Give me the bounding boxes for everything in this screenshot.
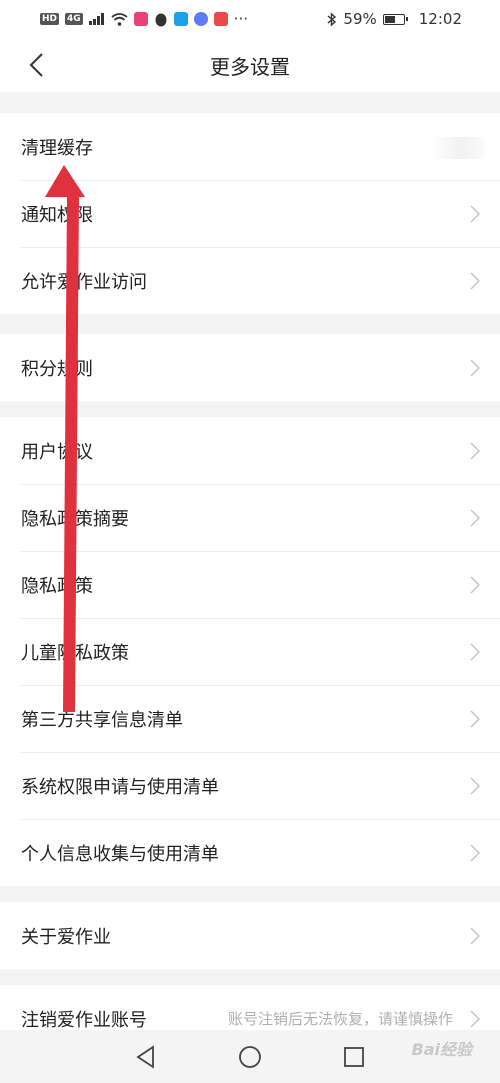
app-notification-pink-icon	[133, 12, 148, 26]
user-agreement-row[interactable]: 用户协议	[0, 417, 500, 484]
settings-group-about: 关于爱作业	[0, 902, 500, 969]
about-row[interactable]: 关于爱作业	[0, 902, 500, 969]
points-rules-row[interactable]: 积分规则	[0, 334, 500, 401]
chevron-right-icon	[470, 776, 480, 795]
wifi-icon	[111, 12, 128, 26]
row-label: 用户协议	[21, 441, 93, 463]
app-notification-red-icon	[213, 12, 228, 26]
notification-permission-row[interactable]: 通知权限	[0, 180, 500, 247]
third-party-sharing-row[interactable]: 第三方共享信息清单	[0, 685, 500, 752]
clock-time: 12:02	[418, 10, 462, 28]
more-notifications-indicator: ···	[233, 10, 248, 28]
hd-indicator: HD	[40, 13, 60, 25]
back-arrow-icon[interactable]	[24, 51, 52, 79]
chevron-right-icon	[470, 358, 480, 377]
settings-group-points: 积分规则	[0, 334, 500, 401]
delete-account-warning: 账号注销后无法恢复，请谨慎操作	[227, 1010, 453, 1028]
chevron-right-icon	[470, 508, 480, 527]
signal-icon	[88, 13, 104, 25]
privacy-policy-row[interactable]: 隐私政策	[0, 551, 500, 618]
row-label: 关于爱作业	[21, 926, 111, 948]
row-label: 注销爱作业账号	[21, 1009, 147, 1031]
chevron-right-icon	[470, 575, 480, 594]
clear-cache-row[interactable]: 清理缓存	[0, 113, 500, 180]
privacy-summary-row[interactable]: 隐私政策摘要	[0, 484, 500, 551]
network-4g-indicator: 4G	[65, 13, 83, 25]
status-right: 59% 12:02	[327, 10, 462, 28]
baidu-jingyan-watermark: Bai经验	[411, 1040, 472, 1059]
chevron-right-icon	[470, 926, 480, 945]
row-label: 第三方共享信息清单	[21, 709, 183, 731]
battery-percent: 59%	[343, 10, 377, 28]
app-notification-blue-icon	[173, 12, 188, 26]
personal-info-collection-row[interactable]: 个人信息收集与使用清单	[0, 819, 500, 886]
row-label: 通知权限	[21, 204, 93, 226]
music-app-icon	[193, 12, 208, 26]
bluetooth-icon	[327, 11, 337, 27]
row-label: 允许爱作业访问	[21, 271, 147, 293]
status-bar: HD 4G ··· 59% 12:02	[0, 0, 500, 38]
row-label: 儿童隐私政策	[21, 642, 129, 664]
allow-access-row[interactable]: 允许爱作业访问	[0, 247, 500, 314]
battery-icon	[382, 13, 408, 25]
row-label: 积分规则	[21, 358, 93, 380]
chevron-right-icon	[470, 204, 480, 223]
nav-home-icon[interactable]	[237, 1044, 263, 1070]
chevron-right-icon	[470, 843, 480, 862]
chevron-right-icon	[470, 1009, 480, 1028]
row-label: 隐私政策	[21, 575, 93, 597]
row-label: 隐私政策摘要	[21, 508, 129, 530]
battery-level-fill	[384, 15, 395, 23]
cache-size-value-blurred	[434, 137, 484, 159]
page-title: 更多设置	[210, 54, 290, 79]
chevron-right-icon	[470, 271, 480, 290]
row-label: 个人信息收集与使用清单	[21, 843, 219, 865]
status-left: HD 4G ···	[40, 10, 248, 28]
settings-group-cache-permissions: 清理缓存 通知权限 允许爱作业访问	[0, 113, 500, 314]
row-label: 清理缓存	[21, 137, 93, 159]
children-privacy-row[interactable]: 儿童隐私政策	[0, 618, 500, 685]
chevron-right-icon	[470, 709, 480, 728]
chevron-right-icon	[470, 441, 480, 460]
nav-back-icon[interactable]	[133, 1044, 159, 1070]
chevron-right-icon	[470, 642, 480, 661]
row-label: 系统权限申请与使用清单	[21, 776, 219, 798]
page-header: 更多设置	[0, 38, 500, 92]
qq-penguin-icon	[155, 13, 167, 26]
settings-group-policies: 用户协议 隐私政策摘要 隐私政策 儿童隐私政策 第三方共享信息清单 系统权限申请…	[0, 417, 500, 886]
nav-recents-icon[interactable]	[341, 1044, 367, 1070]
system-permissions-row[interactable]: 系统权限申请与使用清单	[0, 752, 500, 819]
